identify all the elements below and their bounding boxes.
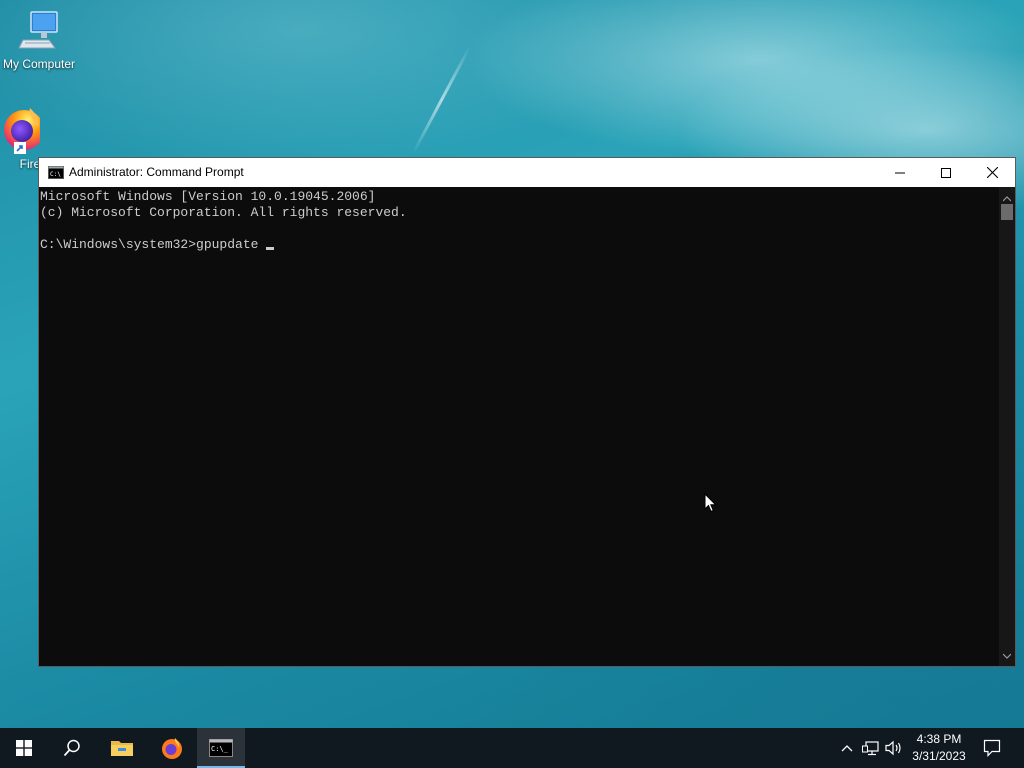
wallpaper-light-streak — [412, 46, 471, 154]
desktop-icon-my-computer[interactable]: My Computer — [1, 10, 77, 71]
scroll-down-arrow-icon[interactable] — [1002, 646, 1012, 664]
window-titlebar[interactable]: C:\ Administrator: Command Prompt — [39, 158, 1015, 187]
close-button[interactable] — [969, 158, 1015, 187]
taskbar-file-explorer[interactable] — [98, 728, 146, 768]
network-icon — [862, 741, 879, 756]
console-command: C:\Windows\system32>gpupdate — [40, 237, 259, 252]
notification-icon — [983, 739, 1001, 757]
maximize-icon — [941, 167, 951, 178]
minimize-button[interactable] — [877, 158, 923, 187]
scroll-thumb[interactable] — [1001, 204, 1013, 220]
text-cursor — [266, 247, 275, 250]
command-prompt-window[interactable]: C:\ Administrator: Command Prompt Micros… — [38, 157, 1016, 667]
desktop-icon-firefox[interactable]: Fire — [0, 104, 40, 171]
volume-icon — [885, 740, 901, 756]
desktop-icon-label: Fire — [19, 157, 40, 171]
window-title: Administrator: Command Prompt — [69, 165, 244, 179]
taskbar-firefox[interactable] — [148, 728, 196, 768]
search-icon — [63, 739, 80, 757]
console-prompt-line: C:\Windows\system32>gpupdate — [40, 237, 999, 253]
cmd-icon: C:\ — [48, 166, 64, 182]
show-hidden-icons-button[interactable] — [838, 728, 856, 768]
console-line: (c) Microsoft Corporation. All rights re… — [40, 205, 407, 220]
console-output[interactable]: Microsoft Windows [Version 10.0.19045.20… — [39, 187, 999, 666]
chevron-up-icon — [841, 745, 853, 752]
console-line: Microsoft Windows [Version 10.0.19045.20… — [40, 189, 376, 204]
action-center-button[interactable] — [978, 728, 1006, 768]
network-button[interactable] — [860, 728, 882, 768]
windows-start-icon — [16, 740, 32, 756]
minimize-icon — [895, 172, 905, 173]
firefox-icon — [162, 738, 182, 759]
mouse-pointer-icon — [704, 492, 717, 518]
file-explorer-icon — [111, 741, 133, 756]
svg-text:C:\: C:\ — [50, 171, 61, 178]
start-button[interactable] — [0, 728, 48, 768]
cmd-icon: C:\_ — [209, 739, 233, 757]
computer-icon — [1, 10, 77, 55]
volume-button[interactable] — [884, 728, 904, 768]
vertical-scrollbar[interactable] — [999, 187, 1015, 666]
firefox-icon — [0, 104, 40, 155]
close-icon — [986, 167, 998, 178]
desktop-icon-label: My Computer — [2, 57, 76, 71]
search-button[interactable] — [48, 728, 96, 768]
shortcut-arrow-icon — [14, 142, 26, 154]
taskbar-command-prompt[interactable]: C:\_ — [197, 728, 245, 768]
taskbar: C:\_ 4:38 PM 3/31/2023 — [0, 728, 1024, 768]
clock-date: 3/31/2023 — [912, 749, 966, 763]
svg-text:C:\_: C:\_ — [211, 745, 229, 753]
maximize-button[interactable] — [923, 158, 969, 187]
taskbar-clock[interactable]: 4:38 PM 3/31/2023 — [906, 731, 972, 765]
clock-time: 4:38 PM — [916, 732, 962, 746]
